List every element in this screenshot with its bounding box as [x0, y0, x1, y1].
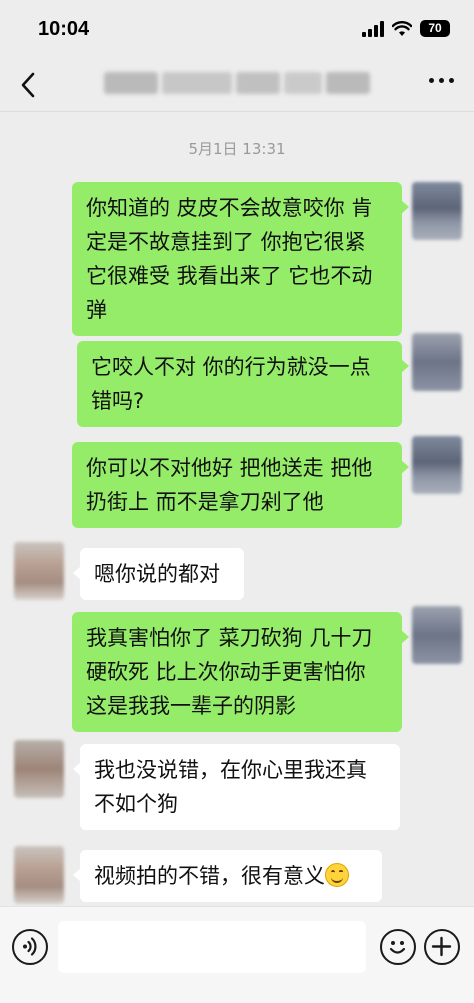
outgoing-message-bubble[interactable]: 我真害怕你了 菜刀砍狗 几十刀硬砍死 比上次你动手更害怕你 这是我我一辈子的阴影 [72, 612, 409, 732]
ellipsis-icon [429, 78, 434, 83]
incoming-message-bubble[interactable]: 我也没说错，在你心里我还真不如个狗 [73, 744, 400, 830]
smile-emoji-icon [325, 863, 349, 887]
message-text: 视频拍的不错，很有意义 [94, 864, 325, 888]
more-options-button[interactable] [429, 78, 454, 83]
battery-icon: 70 [420, 20, 450, 37]
contact-avatar[interactable] [14, 846, 64, 904]
my-avatar[interactable] [412, 606, 462, 664]
chat-header [0, 58, 474, 112]
status-time: 10:04 [38, 18, 90, 40]
back-button[interactable] [14, 70, 44, 100]
status-icons: 70 [362, 20, 450, 37]
header-divider [0, 111, 474, 112]
voice-button[interactable] [12, 929, 48, 965]
my-avatar[interactable] [412, 436, 462, 494]
outgoing-message-bubble[interactable]: 你可以不对他好 把他送走 把他扔街上 而不是拿刀剁了他 [72, 442, 409, 528]
outgoing-message-bubble[interactable]: 它咬人不对 你的行为就没一点错吗? [77, 341, 409, 427]
contact-avatar[interactable] [14, 542, 64, 600]
emoji-icon [389, 941, 406, 954]
my-avatar[interactable] [412, 182, 462, 240]
status-bar: 10:04 70 [0, 0, 474, 58]
add-button[interactable] [424, 929, 460, 965]
outgoing-message-bubble[interactable]: 你知道的 皮皮不会故意咬你 肯定是不故意挂到了 你抱它很紧 它很难受 我看出来了… [72, 182, 409, 336]
chevron-left-icon [21, 72, 35, 98]
incoming-message-bubble[interactable]: 视频拍的不错，很有意义 [73, 850, 382, 902]
contact-name-redacted [104, 72, 370, 98]
contact-avatar[interactable] [14, 740, 64, 798]
incoming-message-bubble[interactable]: 嗯你说的都对 [73, 548, 244, 600]
input-bar [0, 906, 474, 1003]
voice-icon [23, 937, 37, 956]
wifi-icon [392, 20, 412, 36]
message-input[interactable] [58, 921, 366, 973]
signal-icon [362, 20, 384, 37]
plus-icon [431, 936, 452, 957]
my-avatar[interactable] [412, 333, 462, 391]
emoji-button[interactable] [380, 929, 416, 965]
message-timestamp: 5月1日 13:31 [188, 140, 286, 158]
